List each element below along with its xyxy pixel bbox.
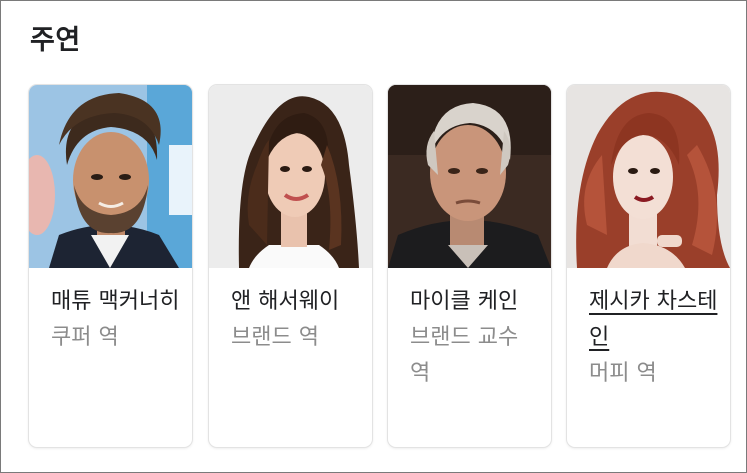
actor-name-text[interactable]: 제시카 차스테인 xyxy=(589,289,717,350)
actor-name[interactable]: 매튜 맥커너히 쿠퍼 역 xyxy=(51,284,181,356)
section-title: 주연 xyxy=(30,25,81,56)
cast-card-matthew-mcconaughey[interactable]: 매튜 맥커너히 쿠퍼 역 xyxy=(29,85,192,447)
cast-card-jessica-chastain[interactable]: 제시카 차스테인 머피 역 xyxy=(567,85,730,447)
character-role-wrapper: 머피 역 xyxy=(589,356,719,392)
actor-photo-older-man-image xyxy=(388,85,551,268)
cast-card-michael-caine[interactable]: 마이클 케인 브랜드 교수 역 xyxy=(388,85,551,447)
actor-photo-older-man[interactable] xyxy=(388,85,551,268)
actor-name-text[interactable]: 앤 해서웨이 xyxy=(231,289,339,314)
actor-photo-red-hair-woman-image xyxy=(567,85,730,268)
actor-photo-dark-hair-woman-image xyxy=(209,85,372,268)
actor-name[interactable]: 앤 해서웨이 브랜드 역 xyxy=(231,284,361,356)
character-role: 브랜드 역 xyxy=(231,325,319,350)
actor-photo-red-hair-woman[interactable] xyxy=(567,85,730,268)
cast-panel: 주연 매튜 맥커너히 쿠퍼 역 앤 해서웨이 브랜드 역 마이클 케인 브랜드 … xyxy=(0,0,747,473)
cast-card-anne-hathaway[interactable]: 앤 해서웨이 브랜드 역 xyxy=(209,85,372,447)
actor-photo-bearded-man-image xyxy=(29,85,192,268)
actor-name[interactable]: 마이클 케인 브랜드 교수 역 xyxy=(410,284,540,392)
character-role: 머피 역 xyxy=(589,361,657,386)
actor-photo-dark-hair-woman[interactable] xyxy=(209,85,372,268)
actor-name-text[interactable]: 매튜 맥커너히 xyxy=(51,289,179,314)
actor-photo-bearded-man[interactable] xyxy=(29,85,192,268)
character-role: 쿠퍼 역 xyxy=(51,325,119,350)
character-role: 브랜드 교수 역 xyxy=(410,325,519,386)
actor-name-text[interactable]: 마이클 케인 xyxy=(410,289,518,314)
actor-name[interactable]: 제시카 차스테인 xyxy=(589,284,719,356)
